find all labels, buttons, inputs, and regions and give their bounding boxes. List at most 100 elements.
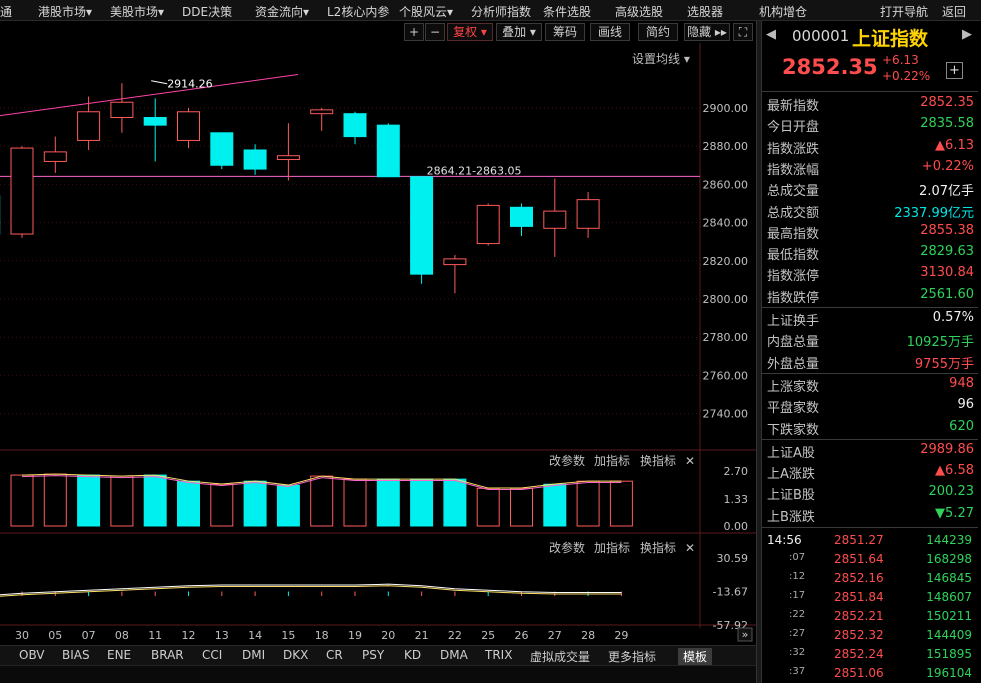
chips-button[interactable]: 筹码 bbox=[545, 23, 585, 41]
stat-label: 今日开盘 bbox=[767, 120, 820, 136]
stat-value: 2855.38 bbox=[920, 222, 974, 238]
add-watchlist-button[interactable]: + bbox=[946, 62, 963, 79]
indicator-tab[interactable]: BIAS bbox=[62, 648, 90, 662]
stat-row: 下跌家数 620 bbox=[762, 417, 978, 438]
hide-button[interactable]: 隐藏 ▸▸ bbox=[684, 23, 730, 41]
indicator-tab[interactable]: ENE bbox=[107, 648, 131, 662]
x-tick-label: 08 bbox=[115, 629, 129, 642]
candle-body[interactable] bbox=[376, 124, 400, 178]
overlay-dropdown[interactable]: 叠加 ▾ bbox=[496, 23, 542, 41]
tick-vol: 151895 bbox=[926, 647, 972, 661]
candle-body[interactable] bbox=[77, 111, 101, 141]
indicator1-header-button: 换指标 bbox=[640, 453, 676, 468]
indicator-tab[interactable]: CCI bbox=[202, 648, 222, 662]
indicator-tab[interactable]: 模板 bbox=[678, 648, 713, 665]
zoom-in-button[interactable]: + bbox=[404, 23, 424, 41]
indicator-tab[interactable]: OBV bbox=[19, 648, 45, 662]
menu-item[interactable]: 高级选股 bbox=[615, 3, 663, 20]
indicator-tab[interactable]: BRAR bbox=[151, 648, 184, 662]
candle-body[interactable] bbox=[10, 147, 34, 235]
stat-value: +0.22% bbox=[921, 158, 974, 174]
stat-row: 内盘总量 10925万手 bbox=[762, 329, 978, 350]
y-tick-label: 2840.00 bbox=[703, 217, 749, 230]
menu-item[interactable]: 港股市场▾ bbox=[38, 3, 92, 20]
candle-body[interactable] bbox=[43, 151, 67, 162]
indicator1-header-button: 加指标 bbox=[594, 453, 630, 468]
simple-mode-button[interactable]: 简约 bbox=[638, 23, 678, 41]
stat-label: 外盘总量 bbox=[767, 356, 820, 372]
indicator-tab[interactable]: 更多指标 bbox=[608, 648, 656, 665]
high-annotation: 2914.26 bbox=[167, 78, 213, 91]
menu-item[interactable]: 个股风云▾ bbox=[399, 3, 453, 20]
x-tick-label: 11 bbox=[148, 629, 162, 642]
tick-time: :17 bbox=[789, 590, 806, 601]
menu-item[interactable]: 打开导航 bbox=[880, 3, 928, 20]
indicator-tab[interactable]: PSY bbox=[362, 648, 384, 662]
tick-vol: 146845 bbox=[926, 571, 972, 585]
candle-body[interactable] bbox=[110, 101, 134, 119]
stat-row: 指数涨跌 ▲6.13 bbox=[762, 136, 978, 157]
candle-body[interactable] bbox=[143, 117, 167, 126]
trend-line[interactable] bbox=[0, 74, 299, 117]
menu-item[interactable]: 分析师指数 bbox=[471, 3, 531, 20]
indicator1-bar bbox=[43, 473, 67, 527]
stat-row: 指数涨幅 +0.22% bbox=[762, 157, 978, 178]
fuquan-dropdown[interactable]: 复权 ▾ bbox=[447, 23, 493, 41]
indicator-tab[interactable]: DMI bbox=[242, 648, 265, 662]
fullscreen-icon[interactable]: ⛶ bbox=[733, 23, 753, 41]
y-tick-label: 2740.00 bbox=[703, 408, 749, 421]
hline-annotation: 2864.21-2863.05 bbox=[427, 164, 522, 177]
candle-body[interactable] bbox=[510, 206, 533, 227]
stat-row: 指数跌停 2561.60 bbox=[762, 285, 978, 306]
candle-body[interactable] bbox=[443, 258, 467, 266]
stat-label: 总成交量 bbox=[767, 184, 820, 200]
candle-body[interactable] bbox=[243, 149, 267, 170]
zoom-out-button[interactable]: − bbox=[425, 23, 445, 41]
tick-time: :12 bbox=[789, 571, 806, 582]
draw-line-button[interactable]: 画线 bbox=[590, 23, 630, 41]
candle-body[interactable] bbox=[543, 210, 567, 229]
kline-chart[interactable]: 2900.00 2880.00 2860.00 2840.00 2820.00 2800.… bbox=[0, 43, 756, 653]
stat-value: 200.23 bbox=[928, 484, 975, 500]
menu-item[interactable]: DDE决策 bbox=[182, 3, 232, 20]
next-stock-icon[interactable]: ▶ bbox=[962, 27, 972, 42]
tick-row: :32 2852.24 151895 bbox=[762, 645, 978, 664]
indicator-tab[interactable]: DKX bbox=[283, 648, 308, 662]
candle-body[interactable] bbox=[343, 113, 367, 138]
prev-stock-icon[interactable]: ◀ bbox=[766, 27, 776, 42]
stat-label: 总成交额 bbox=[767, 205, 820, 221]
stat-value: 2835.58 bbox=[920, 116, 974, 132]
indicator2-header-button: ✕ bbox=[685, 541, 695, 555]
indicator1-bar bbox=[243, 480, 267, 527]
candle-body[interactable] bbox=[310, 109, 334, 115]
candle-body[interactable] bbox=[576, 199, 600, 229]
candle-body[interactable] bbox=[210, 132, 234, 166]
tick-time: :27 bbox=[789, 628, 806, 639]
menu-item[interactable]: 资金流向▾ bbox=[255, 3, 309, 20]
x-tick-label: 25 bbox=[481, 629, 495, 642]
candle-body[interactable] bbox=[177, 111, 200, 141]
menu-item[interactable]: 选股器 bbox=[687, 3, 723, 20]
x-tick-label: 14 bbox=[248, 629, 262, 642]
candle-body[interactable] bbox=[476, 204, 500, 245]
tick-price: 2851.64 bbox=[834, 552, 884, 566]
indicator-tab[interactable]: DMA bbox=[440, 648, 468, 662]
candle-body[interactable] bbox=[410, 176, 434, 275]
menu-item[interactable]: 通 bbox=[0, 3, 12, 20]
indicator-tab[interactable]: KD bbox=[404, 648, 421, 662]
indicator-tab[interactable]: CR bbox=[326, 648, 343, 662]
menu-item[interactable]: L2核心内参 bbox=[327, 3, 389, 20]
menu-item[interactable]: 美股市场▾ bbox=[110, 3, 164, 20]
menu-item[interactable]: 机构增仓 bbox=[759, 3, 807, 20]
menu-item[interactable]: 返回 bbox=[942, 3, 966, 20]
tick-vol: 144409 bbox=[926, 628, 972, 642]
candle-body[interactable] bbox=[276, 155, 300, 161]
indicator1-header-button: ✕ bbox=[685, 454, 695, 468]
stat-value: 620 bbox=[949, 418, 974, 434]
indicator-tab[interactable]: 虚拟成交量 bbox=[530, 648, 590, 665]
indicator-tab[interactable]: TRIX bbox=[485, 648, 512, 662]
menu-item[interactable]: 条件选股 bbox=[543, 3, 591, 20]
stat-value: 2852.35 bbox=[920, 95, 974, 110]
y-tick-label: 2820.00 bbox=[703, 255, 749, 268]
stat-row: 上证B股 200.23 bbox=[762, 482, 978, 503]
